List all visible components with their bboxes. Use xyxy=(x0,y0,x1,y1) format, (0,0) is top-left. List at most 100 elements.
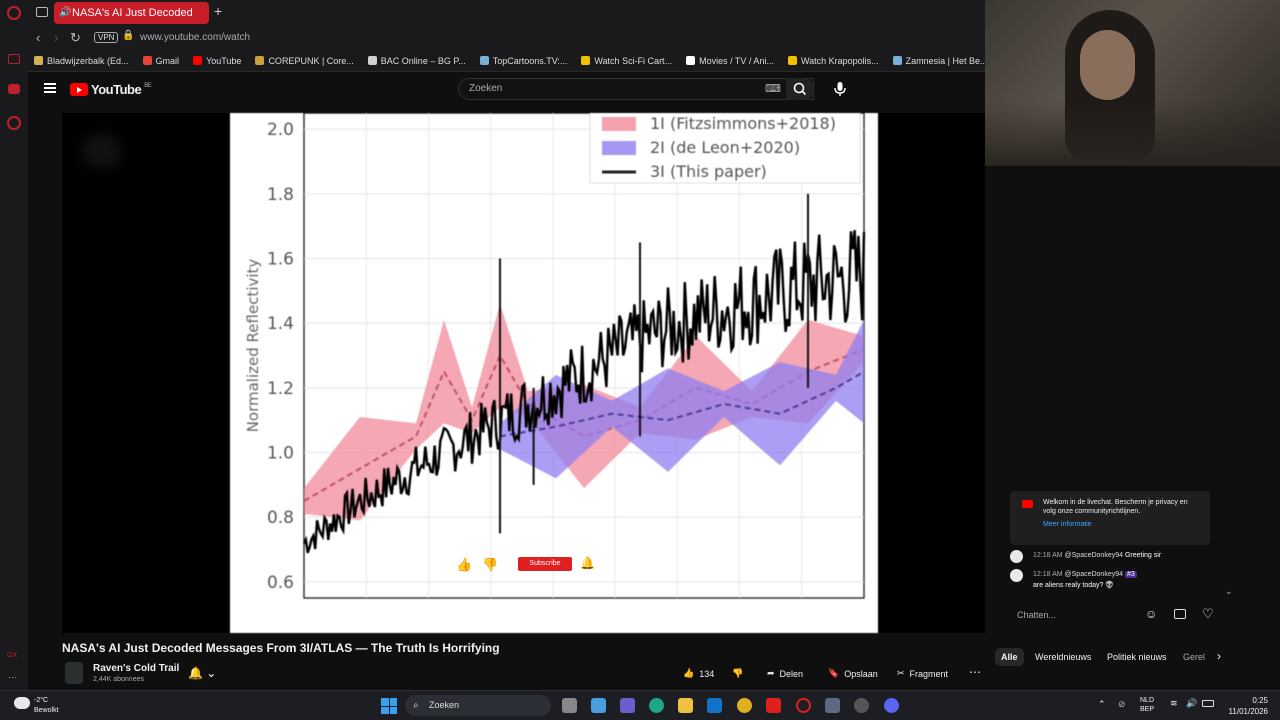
legend-swatch xyxy=(602,141,636,155)
bookmark-item[interactable]: Movies / TV / Ani... xyxy=(686,56,774,66)
bookmark-item[interactable]: Watch Krapopolis... xyxy=(787,56,879,66)
chat-badge: #3 xyxy=(1124,571,1137,578)
wifi-icon[interactable]: ≋ xyxy=(1170,698,1178,709)
scroll-down-icon[interactable]: ⌄ xyxy=(1225,586,1233,597)
forward-icon[interactable]: › xyxy=(54,30,58,45)
share-icon: ➦ xyxy=(767,668,775,678)
lock-icon[interactable]: 🔒 xyxy=(122,30,134,41)
dislike-button[interactable]: 👎 xyxy=(732,668,743,679)
heart-icon[interactable]: ♡ xyxy=(1202,606,1214,622)
notification-bell-icon[interactable]: 🔔 ⌄ xyxy=(188,666,216,680)
outlook-icon[interactable] xyxy=(707,698,722,713)
search-button[interactable] xyxy=(786,78,814,100)
volume-icon[interactable]: 🔊 xyxy=(1186,698,1197,709)
like-button[interactable]: 👍 134 xyxy=(683,668,714,679)
weather-temp[interactable]: -2°C xyxy=(34,696,59,706)
reload-icon[interactable]: ↻ xyxy=(70,30,81,46)
vpn-badge[interactable]: VPN xyxy=(94,32,119,43)
edge-icon[interactable] xyxy=(649,698,664,713)
youtube-small-icon xyxy=(1022,500,1033,508)
bookmark-item[interactable]: Watch Sci-Fi Cart... xyxy=(581,56,672,66)
chip-all[interactable]: Alle xyxy=(995,648,1024,666)
weather-desc[interactable]: Bewolkt xyxy=(34,706,59,716)
tab-overview-icon[interactable] xyxy=(36,7,48,17)
youtube-logo[interactable]: YouTube BE xyxy=(70,82,152,97)
bookmark-item[interactable]: BAC Online – BG P... xyxy=(367,56,466,66)
bookmark-label: Gmail xyxy=(155,55,180,66)
chat-time: 12:18 AM xyxy=(1033,552,1063,559)
tray-chevron-icon[interactable]: ⌃ xyxy=(1098,699,1106,710)
tab-active[interactable]: 🔊 NASA's AI Just Decoded xyxy=(54,2,209,24)
chat-user[interactable]: @SpaceDonkey94 xyxy=(1065,571,1123,578)
bookmark-favicon-icon xyxy=(367,56,377,65)
taskbar-clock[interactable]: 0:25 11/01/2026 xyxy=(1222,695,1268,717)
taskbar-search-label: Zoeken xyxy=(429,700,460,710)
shopping-icon[interactable] xyxy=(8,54,20,64)
webcam-overlay xyxy=(985,0,1280,166)
bookmark-item[interactable]: YouTube xyxy=(193,56,241,66)
more-actions-icon[interactable]: ⋯ xyxy=(969,665,981,679)
chips-next-icon[interactable]: › xyxy=(1217,649,1221,663)
filter-chips: Alle Wereldnieuws Politiek nieuws Gerel … xyxy=(995,648,1280,666)
hamburger-menu-icon[interactable] xyxy=(44,83,56,93)
y-tick-label: 1.8 xyxy=(267,185,294,205)
more-info-link[interactable]: Meer informatie xyxy=(1043,520,1202,529)
chip-world-news[interactable]: Wereldnieuws xyxy=(1029,648,1097,666)
store-icon[interactable] xyxy=(591,698,606,713)
y-tick-label: 1.4 xyxy=(267,314,294,334)
teams-icon[interactable] xyxy=(620,698,635,713)
language-top[interactable]: NLD xyxy=(1140,696,1154,705)
windows-start-icon[interactable] xyxy=(381,698,397,714)
bookmark-item[interactable]: Gmail xyxy=(142,55,180,66)
bookmark-item[interactable]: TopCartoons.TV:... xyxy=(479,56,567,66)
network-off-icon[interactable]: ⊘ xyxy=(1118,699,1126,710)
taskbar-search[interactable]: ⌕ Zoeken xyxy=(405,695,551,716)
webcam-shadow xyxy=(985,100,1280,166)
channel-name[interactable]: Raven's Cold Trail xyxy=(93,663,179,674)
address-bar: ‹ › ↻ VPN 🔒 www.youtube.com/watch xyxy=(28,26,985,50)
chip-more[interactable]: Gerel xyxy=(1177,648,1211,666)
share-button[interactable]: ➦ Delen xyxy=(767,668,803,679)
task-view-icon[interactable] xyxy=(562,698,577,713)
bookmark-favicon-icon xyxy=(255,56,265,65)
url-field[interactable]: www.youtube.com/watch xyxy=(140,32,250,43)
calculator-icon[interactable] xyxy=(825,698,840,713)
back-icon[interactable]: ‹ xyxy=(36,30,40,45)
opera-gx-icon[interactable] xyxy=(796,698,811,713)
clip-button[interactable]: ✂ Fragment xyxy=(897,668,948,679)
microphone-icon xyxy=(834,82,846,96)
youtube-app-icon[interactable] xyxy=(766,698,781,713)
chat-input[interactable]: Chatten... xyxy=(1017,610,1056,620)
video-player[interactable]: 2.0 1.8 1.6 1.4 1.2 1.0 0.8 0.6 Normalized Refle… xyxy=(62,102,985,633)
bookmark-item[interactable]: COREPUNK | Core... xyxy=(255,56,354,66)
chrome-icon[interactable] xyxy=(737,698,752,713)
discord-icon[interactable] xyxy=(884,698,899,713)
save-button[interactable]: 🔖 Opslaan xyxy=(828,668,878,679)
language-bottom[interactable]: BEP xyxy=(1140,705,1154,714)
file-explorer-icon[interactable] xyxy=(678,698,693,713)
search-input[interactable]: Zoeken ⌨ xyxy=(458,78,814,100)
chat-user[interactable]: @SpaceDonkey94 xyxy=(1065,552,1123,559)
chip-politics[interactable]: Politiek nieuws xyxy=(1101,648,1173,666)
keyboard-icon[interactable]: ⌨ xyxy=(765,79,781,99)
gx-icon[interactable]: GX xyxy=(7,652,17,659)
history-icon[interactable] xyxy=(7,116,21,130)
emoji-icon[interactable]: ☺ xyxy=(1145,607,1157,621)
weather-cloud-icon[interactable] xyxy=(14,697,30,709)
youtube-sidebar-icon[interactable] xyxy=(8,84,20,94)
bookmark-item[interactable]: Bladwijzerbalk (Ed... xyxy=(34,56,129,66)
bookmark-item[interactable]: Zamnesia | Het Be... xyxy=(892,56,985,66)
overlay-subscribe: Subscribe xyxy=(518,557,572,571)
new-tab-button[interactable]: + xyxy=(214,3,222,19)
voice-search-button[interactable] xyxy=(831,80,849,98)
battery-icon[interactable] xyxy=(1202,700,1214,707)
channel-avatar[interactable] xyxy=(65,662,83,684)
settings-icon[interactable] xyxy=(854,698,869,713)
more-icon[interactable]: ··· xyxy=(8,672,17,682)
person-face xyxy=(1080,30,1135,100)
save-label: Opslaan xyxy=(844,668,878,679)
super-chat-icon[interactable] xyxy=(1174,609,1186,619)
chat-avatar xyxy=(1010,550,1023,563)
overlay-dislike-icon: 👎 xyxy=(482,557,499,572)
opera-logo-icon[interactable] xyxy=(7,6,21,20)
